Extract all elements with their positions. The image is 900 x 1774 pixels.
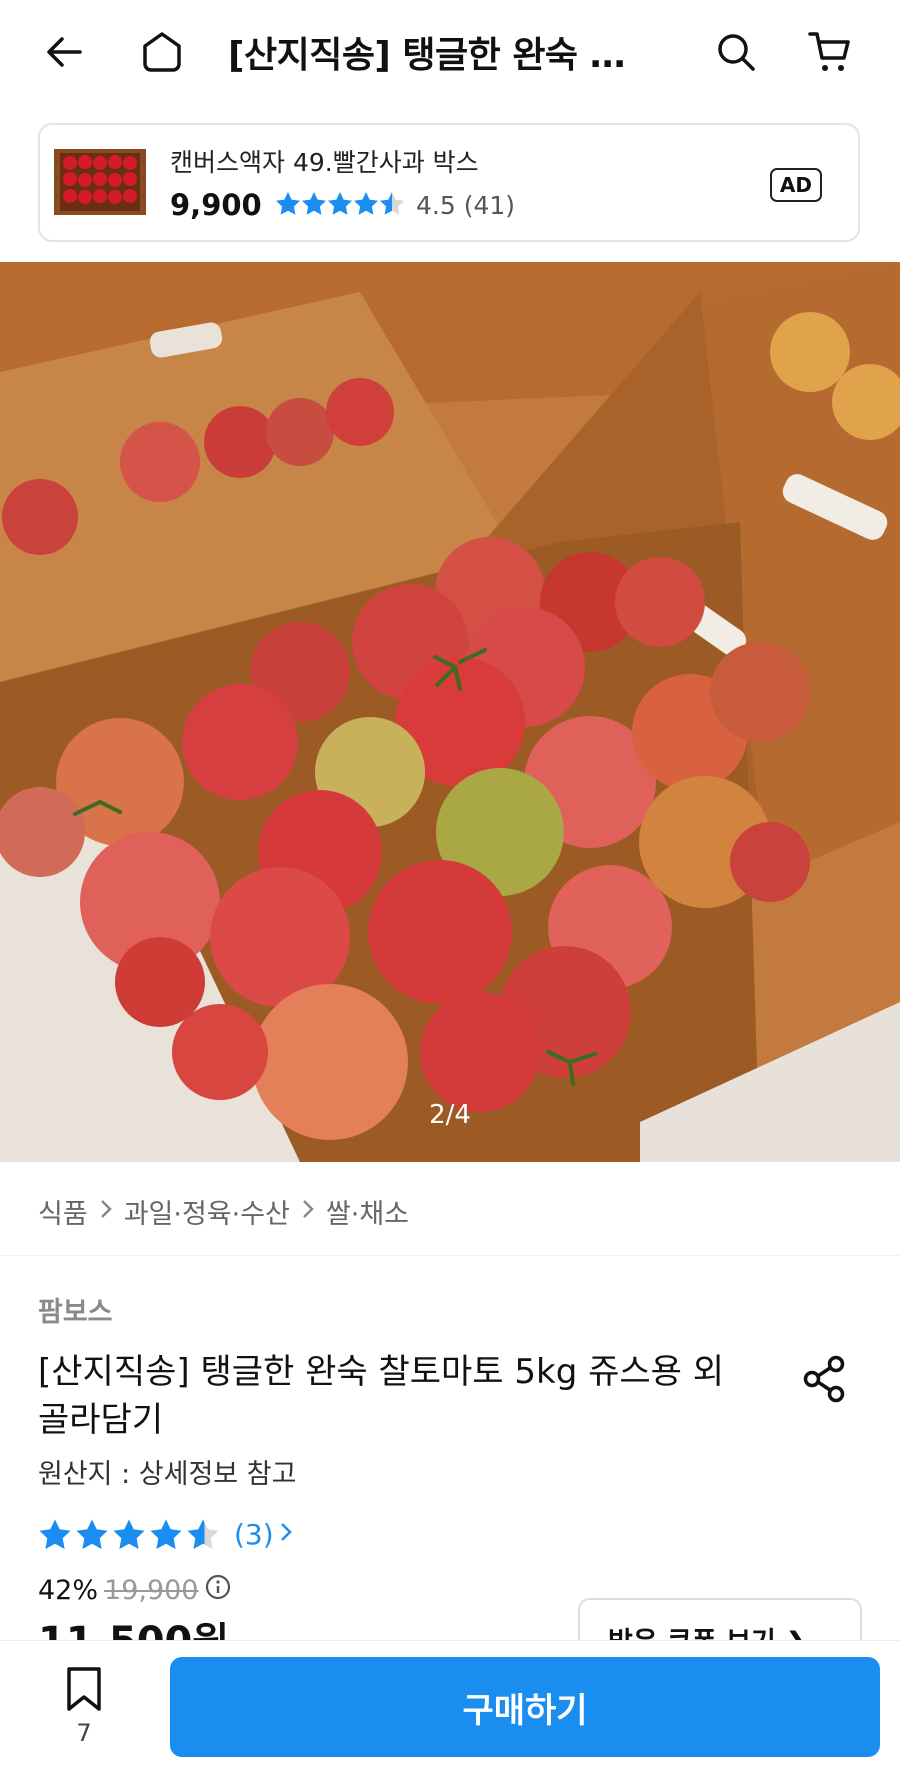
section-divider <box>0 1255 900 1266</box>
breadcrumb-item[interactable]: 쌀·채소 <box>326 1192 409 1231</box>
ad-thumbnail <box>50 135 150 230</box>
ad-price: 9,900 <box>170 188 262 222</box>
chevron-right-icon <box>98 1196 114 1227</box>
image-counter: 2/4 <box>429 1100 471 1130</box>
ad-badge: AD <box>769 168 822 202</box>
product-title: [산지직송] 탱글한 완숙 찰토마토 5kg 쥬스용 외 골라담기 <box>38 1352 725 1440</box>
original-price: 19,900 <box>104 1575 199 1606</box>
search-icon[interactable] <box>712 28 760 76</box>
ad-banner[interactable]: 캔버스액자 49.빨간사과 박스 9,900 4.5 (41) AD <box>38 123 860 242</box>
bottom-bar: 7 구매하기 <box>0 1640 900 1774</box>
breadcrumb-item[interactable]: 과일·정육·수산 <box>124 1192 290 1231</box>
origin-info: 원산지 : 상세정보 참고 <box>38 1459 297 1490</box>
seller-name[interactable]: 팜보스 <box>38 1290 113 1329</box>
info-icon[interactable] <box>205 1574 231 1607</box>
wishlist-button[interactable]: 7 <box>54 1665 114 1747</box>
breadcrumb: 식품 과일·정육·수산 쌀·채소 <box>38 1192 409 1231</box>
chevron-right-icon <box>300 1196 316 1227</box>
discount-rate: 42% <box>38 1575 99 1606</box>
ad-rating-stars <box>275 191 405 217</box>
ad-rating: 4.5 (41) <box>416 191 516 220</box>
buy-button[interactable]: 구매하기 <box>170 1657 880 1757</box>
ad-title: 캔버스액자 49.빨간사과 박스 <box>170 148 479 177</box>
page-title: [산지직송] 탱글한 완숙 찰토마토 5kg 쥬스용 외 골라담기 <box>228 35 648 76</box>
product-image[interactable] <box>0 262 900 1162</box>
breadcrumb-item[interactable]: 식품 <box>38 1192 88 1231</box>
review-count-link[interactable]: (3) <box>234 1518 294 1551</box>
top-bar: [산지직송] 탱글한 완숙 찰토마토 5kg 쥬스용 외 골라담기 <box>0 0 900 110</box>
bookmark-icon <box>67 1667 101 1711</box>
share-icon[interactable] <box>800 1354 850 1404</box>
wishlist-count: 7 <box>76 1719 92 1747</box>
price-row: 42% 19,900 <box>38 1574 231 1607</box>
chevron-right-icon <box>278 1518 294 1551</box>
cart-icon[interactable] <box>806 28 854 76</box>
back-arrow-icon[interactable] <box>40 28 88 76</box>
home-icon[interactable] <box>138 28 186 76</box>
rating-stars[interactable] <box>38 1518 223 1552</box>
